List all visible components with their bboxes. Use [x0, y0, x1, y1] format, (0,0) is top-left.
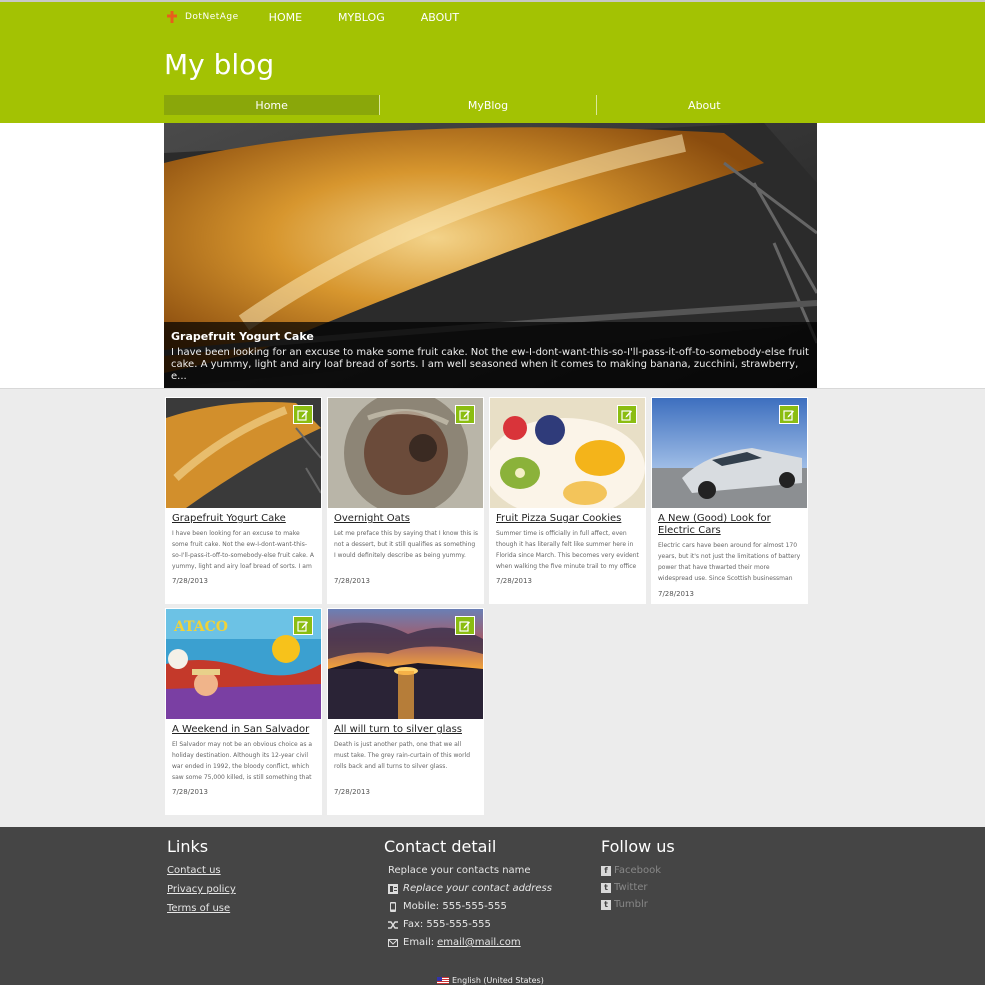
twitter-label: Twitter [614, 882, 648, 893]
edit-post-button[interactable] [779, 405, 799, 424]
mainnav-about[interactable]: About [595, 95, 812, 115]
facebook-link[interactable]: f Facebook [601, 865, 675, 876]
hero-caption: Grapefruit Yogurt Cake I have been looki… [164, 322, 817, 388]
topnav-about[interactable]: ABOUT [421, 11, 459, 24]
post-date: 7/28/2013 [334, 577, 370, 585]
tumblr-label: Tumblr [614, 899, 648, 910]
post-card[interactable]: A New (Good) Look for Electric Cars Elec… [651, 397, 808, 604]
edit-post-button[interactable] [455, 405, 475, 424]
facebook-label: Facebook [614, 865, 661, 876]
edit-icon [297, 620, 308, 632]
post-title[interactable]: Grapefruit Yogurt Cake [172, 513, 316, 525]
edit-icon [297, 409, 308, 421]
us-flag-icon [437, 977, 449, 984]
twitter-icon: t [601, 882, 611, 893]
post-card[interactable]: ATACO A Weekend in San Salvador El Salva… [165, 608, 322, 815]
language-label: English (United States) [452, 976, 544, 985]
email-label: Email: [403, 937, 435, 948]
post-date: 7/28/2013 [172, 788, 208, 796]
post-title[interactable]: All will turn to silver glass [334, 724, 478, 736]
mainnav-myblog[interactable]: MyBlog [379, 95, 595, 115]
language-selector[interactable]: English (United States) [437, 976, 544, 985]
post-date: 7/28/2013 [172, 577, 208, 585]
hero-title[interactable]: Grapefruit Yogurt Cake [171, 330, 810, 343]
post-title[interactable]: Overnight Oats [334, 513, 478, 525]
mainnav-home[interactable]: Home [164, 95, 380, 115]
post-excerpt: Summer time is officially in full affect… [496, 530, 639, 570]
email-link[interactable]: email@mail.com [437, 937, 521, 948]
tumblr-icon: t [601, 899, 611, 910]
topnav-home[interactable]: HOME [269, 11, 302, 24]
contact-heading: Contact detail [384, 837, 497, 856]
post-card[interactable]: Fruit Pizza Sugar Cookies Summer time is… [489, 397, 646, 604]
edit-post-button[interactable] [293, 405, 313, 424]
brand-logo[interactable]: DotNetAge [165, 10, 239, 24]
post-card[interactable]: All will turn to silver glass Death is j… [327, 608, 484, 815]
fax-icon [388, 920, 398, 929]
topnav-myblog[interactable]: MYBLOG [338, 11, 385, 24]
fax-number: Fax: 555-555-555 [403, 919, 491, 930]
facebook-icon: f [601, 865, 611, 876]
tumblr-link[interactable]: t Tumblr [601, 899, 675, 910]
edit-icon [459, 620, 470, 632]
contact-us-link[interactable]: Contact us [167, 865, 236, 876]
privacy-policy-link[interactable]: Privacy policy [167, 884, 236, 895]
post-title[interactable]: Fruit Pizza Sugar Cookies [496, 513, 640, 525]
post-thumbnail[interactable] [328, 398, 483, 508]
hero-slider[interactable]: Grapefruit Yogurt Cake I have been looki… [164, 123, 817, 388]
post-title[interactable]: A New (Good) Look for Electric Cars [658, 513, 802, 537]
post-excerpt: Let me preface this by saying that I kno… [334, 530, 478, 559]
cross-logo-icon [167, 11, 177, 23]
edit-icon [459, 409, 470, 421]
mobile-icon [390, 901, 396, 912]
post-date: 7/28/2013 [658, 590, 694, 598]
post-thumbnail[interactable] [328, 609, 483, 719]
post-excerpt: I have been looking for an excuse to mak… [172, 530, 314, 570]
post-excerpt: El Salvador may not be an obvious choice… [172, 741, 313, 781]
twitter-link[interactable]: t Twitter [601, 882, 675, 893]
footer-contact: Contact detail Replace your contacts nam… [384, 837, 552, 955]
brand-name: DotNetAge [185, 12, 239, 22]
terms-of-use-link[interactable]: Terms of use [167, 903, 236, 914]
post-thumbnail[interactable] [652, 398, 807, 508]
post-excerpt: Death is just another path, one that we … [334, 741, 471, 770]
post-date: 7/28/2013 [334, 788, 370, 796]
edit-post-button[interactable] [455, 616, 475, 635]
site-footer: Links Contact us Privacy policy Terms of… [0, 827, 985, 985]
site-title: My blog [164, 48, 275, 81]
contact-address: Replace your contact address [403, 883, 552, 894]
hero-text: I have been looking for an excuse to mak… [171, 347, 809, 382]
post-thumbnail[interactable]: ATACO [166, 609, 321, 719]
edit-post-button[interactable] [617, 405, 637, 424]
post-card[interactable]: Overnight Oats Let me preface this by sa… [327, 397, 484, 604]
post-date: 7/28/2013 [496, 577, 532, 585]
post-thumbnail[interactable] [490, 398, 645, 508]
edit-icon [621, 409, 632, 421]
address-card-icon [388, 883, 398, 894]
edit-post-button[interactable] [293, 616, 313, 635]
post-thumbnail[interactable] [166, 398, 321, 508]
post-title[interactable]: A Weekend in San Salvador [172, 724, 316, 736]
email-icon [388, 938, 398, 947]
footer-follow: Follow us f Facebook t Twitter t Tumblr [601, 837, 675, 916]
contact-name: Replace your contacts name [388, 865, 531, 876]
svg-text:ATACO: ATACO [173, 619, 228, 635]
edit-icon [783, 409, 794, 421]
post-excerpt: Electric cars have been around for almos… [658, 542, 801, 582]
mobile-number: Mobile: 555-555-555 [403, 901, 507, 912]
top-nav: DotNetAge HOME MYBLOG ABOUT [165, 8, 495, 26]
links-heading: Links [167, 837, 209, 856]
post-card[interactable]: Grapefruit Yogurt Cake I have been looki… [165, 397, 322, 604]
main-nav: Home MyBlog About [164, 95, 812, 115]
follow-heading: Follow us [601, 837, 675, 856]
footer-links: Links Contact us Privacy policy Terms of… [167, 837, 236, 922]
